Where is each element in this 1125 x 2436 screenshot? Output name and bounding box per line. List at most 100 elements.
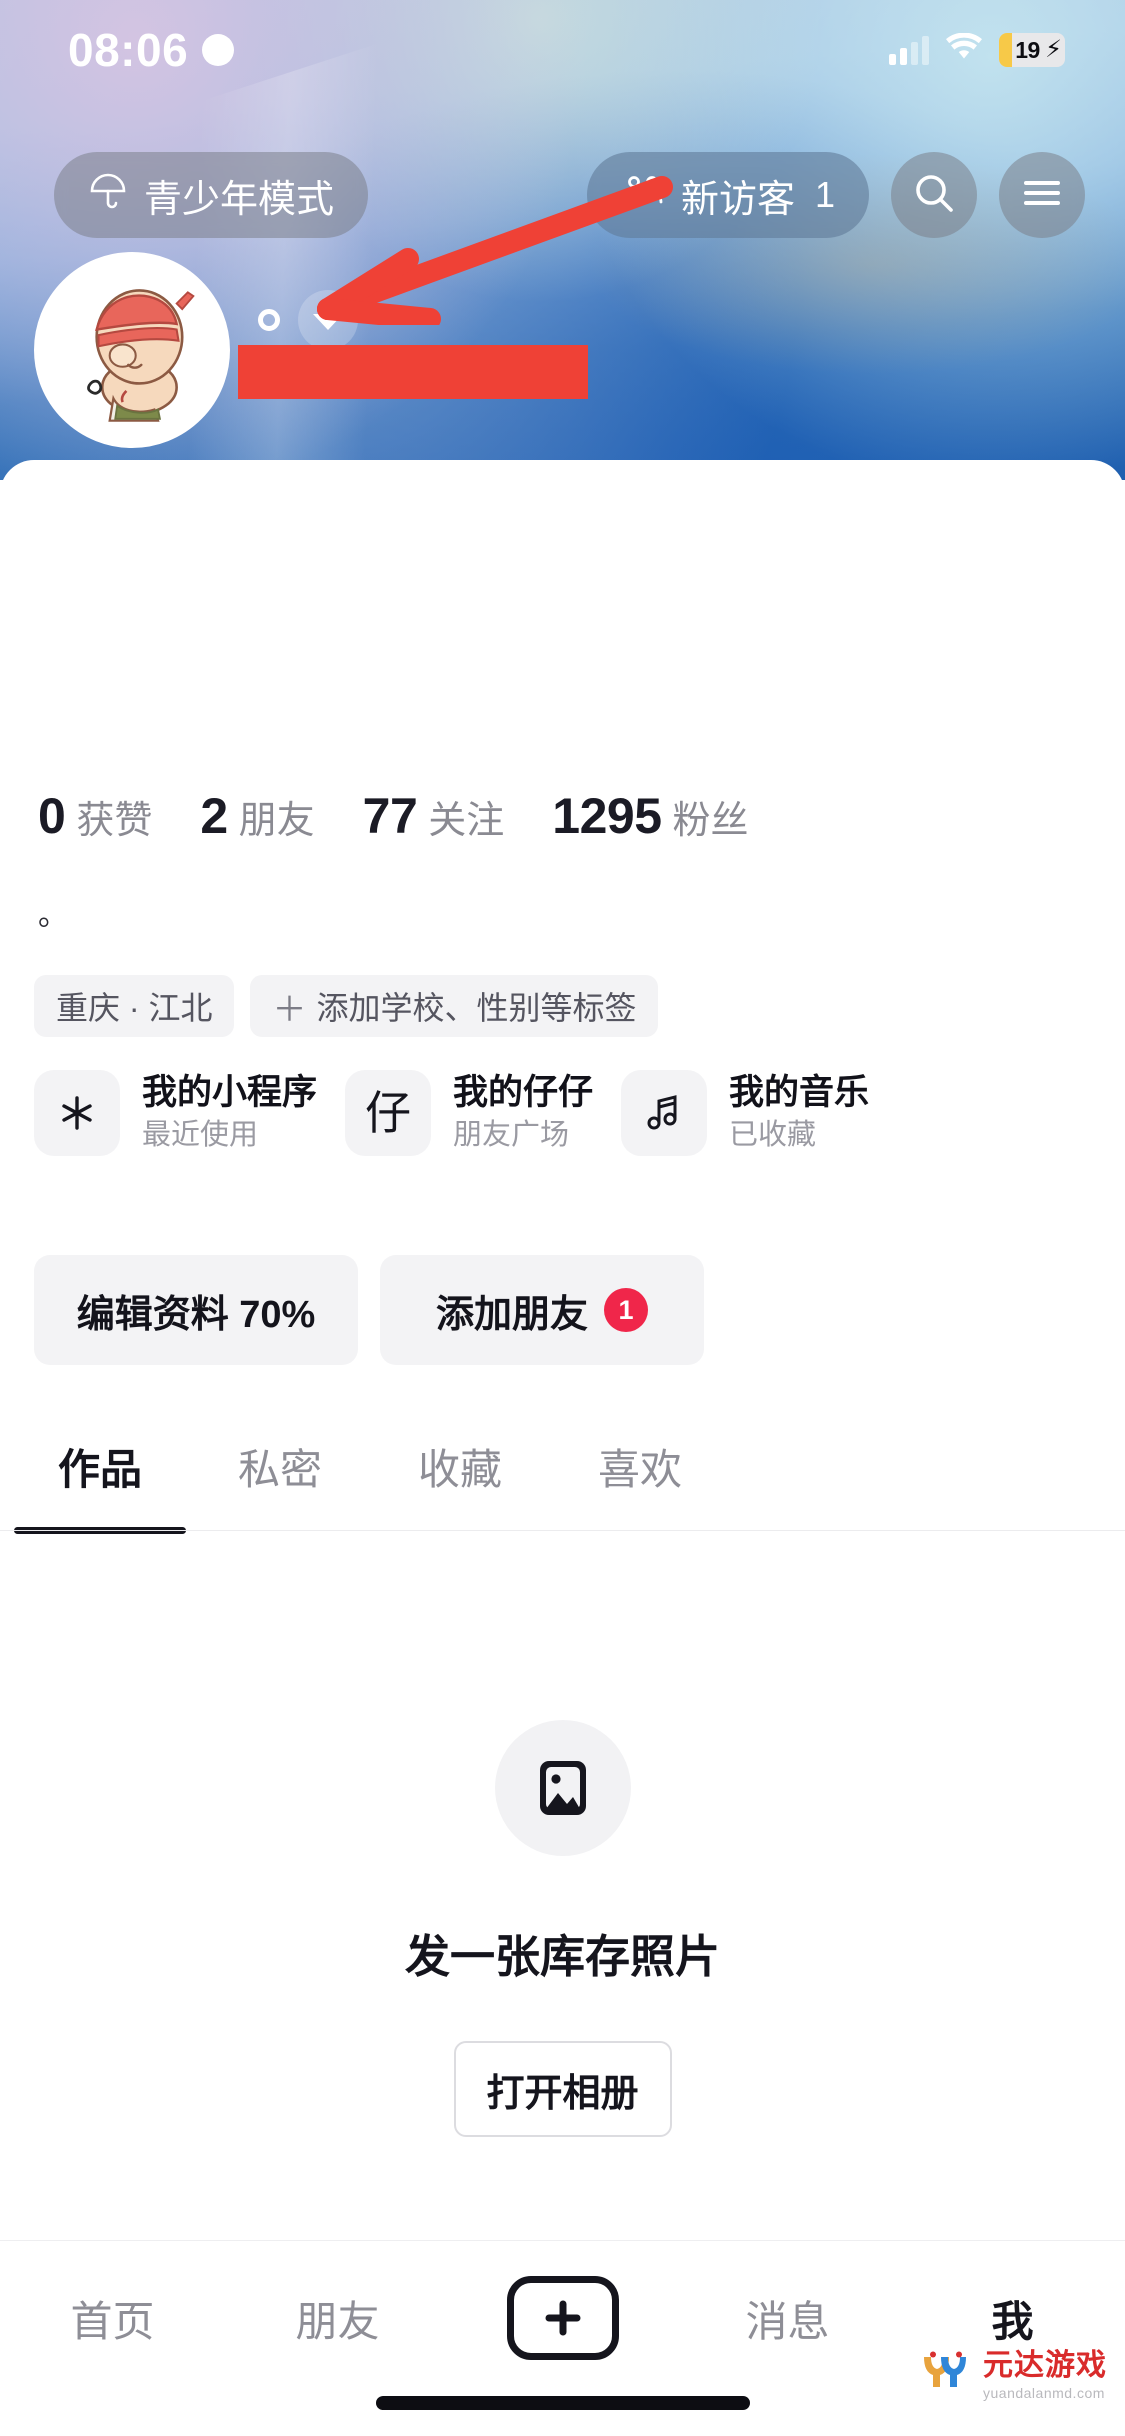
nav-messages-label: 消息: [745, 2297, 830, 2345]
nav-create[interactable]: [450, 2273, 675, 2363]
hamburger-menu-icon: [1021, 177, 1063, 214]
watermark-url: yuandalanmd.com: [983, 2385, 1105, 2401]
search-button[interactable]: [891, 152, 977, 238]
nav-home-label: 首页: [70, 2297, 155, 2345]
tab-likes[interactable]: 喜欢: [550, 1410, 730, 1522]
status-bar: 08:06 19 ⚡: [0, 0, 1125, 100]
service-card-row: 我的小程序 最近使用 仔 我的仔仔 朋友广场 我的音乐 已收藏: [34, 1070, 1125, 1156]
status-bar-clock: 08:06: [68, 24, 189, 76]
service-card-miniprogram-title: 我的小程序: [142, 1072, 318, 1112]
nav-friends[interactable]: 朋友: [225, 2273, 450, 2363]
watermark-text: 元达游戏 yuandalanmd.com: [983, 2349, 1107, 2401]
menu-button[interactable]: [999, 152, 1085, 238]
stat-likes[interactable]: 0 获赞: [38, 787, 152, 845]
service-card-music-text: 我的音乐 已收藏: [729, 1072, 870, 1152]
lightning-bolt-icon: ⚡: [1045, 36, 1062, 63]
tabs-divider: [0, 1530, 1125, 1531]
profile-action-row: 编辑资料 70% 添加朋友 1: [34, 1255, 704, 1365]
zai-glyph: 仔: [365, 1086, 412, 1140]
tab-likes-label: 喜欢: [597, 1445, 682, 1493]
asterisk-icon: [34, 1070, 120, 1156]
teen-mode-label: 青少年模式: [144, 178, 335, 221]
avatar[interactable]: [34, 252, 230, 448]
service-card-zaizai-text: 我的仔仔 朋友广场: [453, 1072, 594, 1152]
tag-location[interactable]: 重庆 · 江北: [34, 975, 235, 1037]
add-friend-badge: 1: [604, 1288, 648, 1332]
tab-private-label: 私密: [237, 1445, 322, 1493]
edit-profile-button[interactable]: 编辑资料 70%: [34, 1255, 358, 1365]
new-visitors-count: 1: [814, 174, 835, 215]
tab-favorites[interactable]: 收藏: [370, 1410, 550, 1522]
profile-name-row[interactable]: [258, 290, 358, 350]
nav-friends-label: 朋友: [295, 2297, 380, 2345]
service-card-miniprogram-text: 我的小程序 最近使用: [142, 1072, 318, 1152]
people-icon: [621, 172, 665, 218]
status-bar-right: 19 ⚡: [889, 32, 1065, 68]
add-friend-button[interactable]: 添加朋友 1: [380, 1255, 704, 1365]
stat-likes-value: 0: [38, 788, 66, 844]
umbrella-icon: [88, 170, 128, 220]
stat-friends-value: 2: [200, 788, 228, 844]
watermark: 元达游戏 yuandalanmd.com: [919, 2351, 1107, 2400]
tag-add-label-text: 添加学校、性别等标签: [316, 990, 637, 1026]
moon-icon: [202, 34, 235, 66]
image-placeholder-icon: [494, 1720, 631, 1856]
service-card-miniprogram[interactable]: 我的小程序 最近使用: [34, 1070, 317, 1156]
stat-likes-label: 获赞: [76, 800, 153, 842]
stat-following[interactable]: 77 关注: [363, 787, 505, 845]
tag-add-label[interactable]: ＋ 添加学校、性别等标签: [250, 975, 659, 1037]
service-card-miniprogram-subtitle: 最近使用: [142, 1119, 259, 1152]
zai-character-icon: 仔: [345, 1070, 432, 1156]
new-visitors-button[interactable]: 新访客 1: [586, 152, 869, 238]
nav-messages[interactable]: 消息: [675, 2273, 900, 2363]
empty-state-title: 发一张库存照片: [404, 1931, 720, 1982]
profile-tags: 重庆 · 江北 ＋ 添加学校、性别等标签: [34, 975, 659, 1037]
profile-top-toolbar: 青少年模式 新访客 1: [0, 140, 1125, 250]
plus-icon: [506, 2276, 619, 2360]
redacted-username-bar: [238, 345, 588, 399]
service-card-zaizai-subtitle: 朋友广场: [453, 1119, 570, 1152]
home-indicator: [375, 2396, 750, 2410]
stat-followers-value: 1295: [552, 788, 662, 844]
service-card-music-title: 我的音乐: [729, 1072, 870, 1112]
nav-home[interactable]: 首页: [0, 2273, 225, 2363]
new-visitors-label: 新访客: [680, 178, 795, 221]
service-card-zaizai-title: 我的仔仔: [453, 1072, 594, 1112]
battery-icon: 19 ⚡: [999, 33, 1065, 67]
stat-friends[interactable]: 2 朋友: [200, 787, 314, 845]
stat-following-label: 关注: [428, 800, 505, 842]
open-album-button[interactable]: 打开相册: [453, 2041, 672, 2137]
open-album-label: 打开相册: [486, 2072, 639, 2115]
edit-profile-label: 编辑资料 70%: [76, 1293, 316, 1336]
service-card-zaizai[interactable]: 仔 我的仔仔 朋友广场: [345, 1070, 593, 1156]
search-icon: [912, 171, 956, 220]
service-card-music[interactable]: 我的音乐 已收藏: [621, 1070, 869, 1156]
tab-favorites-label: 收藏: [417, 1445, 502, 1493]
empty-state: 发一张库存照片 打开相册: [0, 1720, 1125, 2137]
avatar-cartoon-character: [39, 257, 225, 443]
profile-bio[interactable]: 。: [38, 890, 68, 934]
nav-profile-label: 我: [991, 2297, 1034, 2345]
content-tabs: 作品 私密 收藏 喜欢: [0, 1410, 1125, 1522]
plus-icon: ＋: [272, 990, 307, 1029]
wifi-icon: [945, 32, 983, 68]
signal-bars-icon: [889, 35, 929, 65]
stat-following-value: 77: [362, 788, 418, 844]
profile-name-text: [258, 309, 280, 331]
tab-works-label: 作品: [57, 1445, 142, 1493]
tab-works[interactable]: 作品: [10, 1410, 190, 1522]
tag-location-label: 重庆 · 江北: [56, 990, 213, 1026]
stat-followers-label: 粉丝: [672, 800, 749, 842]
service-card-music-subtitle: 已收藏: [729, 1119, 817, 1152]
music-note-icon: [621, 1070, 708, 1156]
status-bar-left: 08:06: [68, 24, 235, 76]
stat-friends-label: 朋友: [238, 800, 315, 842]
tab-private[interactable]: 私密: [190, 1410, 370, 1522]
add-friend-label: 添加朋友: [435, 1293, 588, 1336]
stat-followers[interactable]: 1295 粉丝: [552, 787, 748, 845]
watermark-title: 元达游戏: [983, 2349, 1107, 2382]
chevron-down-icon[interactable]: [298, 290, 358, 350]
teen-mode-button[interactable]: 青少年模式: [54, 152, 369, 238]
profile-stats: 0 获赞 2 朋友 77 关注 1295 粉丝: [38, 787, 797, 845]
YD-logo-icon: [919, 2351, 973, 2400]
